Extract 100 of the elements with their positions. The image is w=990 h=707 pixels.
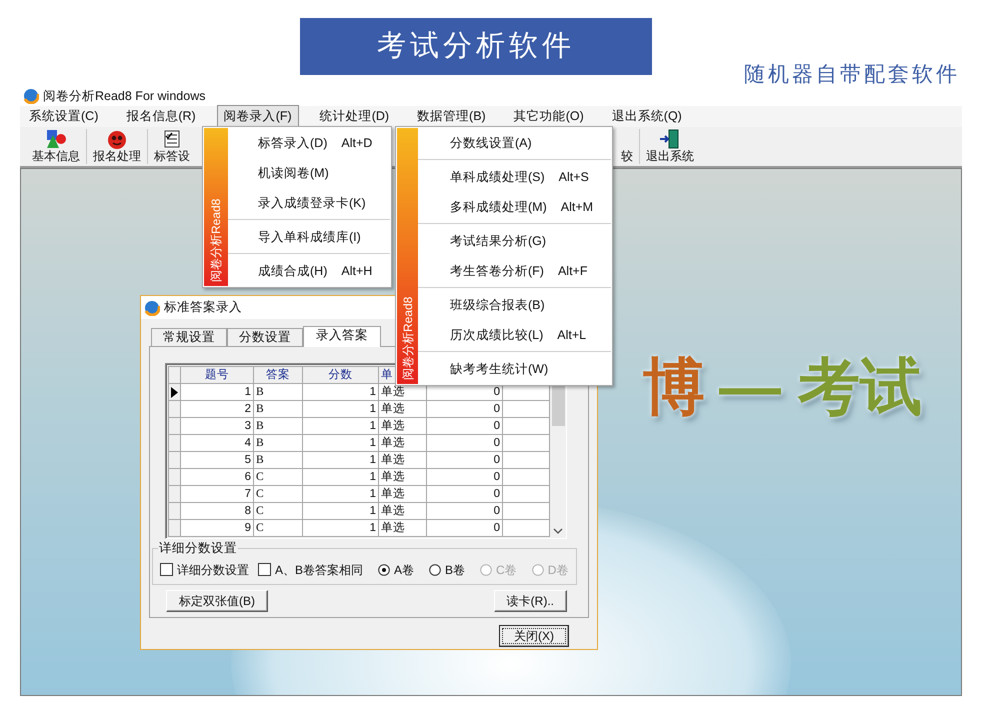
table-cell: B bbox=[254, 418, 302, 434]
menu-item-label: 分数线设置(A) bbox=[450, 134, 532, 152]
menu-item[interactable]: 标答录入(D) Alt+D bbox=[228, 128, 390, 158]
shapes-icon bbox=[45, 129, 67, 149]
menu-item-label: 标答录入(D) bbox=[258, 134, 328, 152]
shortcut-text: Alt+L bbox=[557, 326, 586, 344]
menu-bar-item[interactable]: 系统设置(C) bbox=[22, 105, 106, 128]
table-cell: 1 bbox=[302, 452, 378, 468]
radio-option[interactable]: A卷 bbox=[378, 560, 414, 578]
table-cell: 6 bbox=[180, 468, 254, 486]
menu-bar-item[interactable]: 数据管理(B) bbox=[410, 105, 493, 128]
menu-item[interactable]: 导入单科成绩库(I) bbox=[228, 222, 390, 252]
table-cell: 单选 bbox=[378, 452, 426, 468]
document-icon bbox=[162, 129, 182, 149]
menu-bar-item[interactable]: 阅卷录入(F) bbox=[216, 105, 299, 128]
table-cell: 8 bbox=[180, 502, 254, 520]
menu-side-label: 阅卷分析Read8 bbox=[209, 198, 223, 282]
menu-item[interactable]: 录入成绩登录卡(K) bbox=[228, 188, 390, 218]
logo-icon bbox=[23, 88, 39, 104]
splash-text: — 考试 bbox=[719, 357, 922, 419]
menu-bar-item[interactable]: 其它功能(O) bbox=[506, 105, 591, 128]
menu-item-label: 单科成绩处理(S) bbox=[450, 168, 545, 186]
logo-icon bbox=[144, 300, 160, 316]
menu-item[interactable]: 班级综合报表(B) bbox=[418, 290, 611, 320]
toolbar-label: 报名处理 bbox=[93, 149, 141, 164]
menu-item[interactable]: 分数线设置(A) bbox=[418, 128, 611, 158]
table-cell: 单选 bbox=[378, 400, 426, 418]
toolbar-button[interactable]: 标答设 bbox=[148, 129, 196, 164]
table-cell: C bbox=[254, 486, 302, 502]
table-cell: 0 bbox=[426, 452, 502, 468]
table-cell: 1 bbox=[302, 434, 378, 452]
menu-bar-item[interactable]: 退出系统(Q) bbox=[604, 105, 689, 128]
menu-item[interactable]: 多科成绩处理(M) Alt+M bbox=[418, 192, 611, 222]
checkbox-option[interactable]: A、B卷答案相同 bbox=[258, 560, 364, 578]
menu-item[interactable]: 机读阅卷(M) bbox=[228, 158, 390, 188]
table-cell: B bbox=[254, 452, 302, 468]
menu-bar-item[interactable]: 报名信息(R) bbox=[119, 105, 203, 128]
menu-item-label: 考试结果分析(G) bbox=[450, 232, 546, 250]
page-title-banner: 考试分析软件 bbox=[300, 18, 652, 75]
shortcut-text: Alt+S bbox=[558, 168, 589, 186]
option-label: A卷 bbox=[394, 562, 414, 578]
table-cell: 0 bbox=[426, 468, 502, 486]
table-cell: 1 bbox=[302, 418, 378, 434]
tab[interactable]: 录入答案 bbox=[303, 326, 381, 347]
checkbox-option[interactable]: 详细分数设置 bbox=[160, 560, 249, 578]
subtitle-text: 随机器自带配套软件 bbox=[744, 62, 960, 88]
toolbar-label: 退出系统 bbox=[646, 149, 694, 164]
menu-item[interactable]: 考试结果分析(G) bbox=[418, 226, 611, 256]
scrollbar-thumb[interactable] bbox=[552, 384, 565, 426]
window-title: 阅卷分析Read8 For windows bbox=[43, 88, 206, 105]
table-cell: 单选 bbox=[378, 434, 426, 452]
table-cell: 单选 bbox=[378, 418, 426, 434]
option-label: D卷 bbox=[548, 562, 568, 578]
dialog-title: 标准答案录入 bbox=[164, 299, 242, 316]
table-cell: 4 bbox=[180, 434, 254, 452]
table-cell: 1 bbox=[302, 502, 378, 520]
menu-item[interactable]: 历次成绩比较(L) Alt+L bbox=[418, 320, 611, 350]
table-cell: 单选 bbox=[378, 486, 426, 502]
menu-item-label: 历次成绩比较(L) bbox=[450, 326, 544, 344]
menu-item[interactable]: 考生答卷分析(F) Alt+F bbox=[418, 256, 611, 286]
column-header: 分数 bbox=[302, 366, 378, 384]
shortcut-text: Alt+D bbox=[341, 134, 372, 152]
dialog-button[interactable]: 读卡(R).. bbox=[494, 590, 567, 612]
radio-option[interactable]: B卷 bbox=[429, 560, 466, 578]
menu-item-label: 录入成绩登录卡(K) bbox=[258, 194, 366, 212]
menu-item-label: 机读阅卷(M) bbox=[258, 164, 329, 182]
table-cell: 3 bbox=[180, 418, 254, 434]
option-label: C卷 bbox=[496, 562, 517, 578]
menu-item-label: 多科成绩处理(M) bbox=[450, 198, 547, 216]
tab[interactable]: 常规设置 bbox=[151, 328, 227, 346]
table-cell: 1 bbox=[302, 468, 378, 486]
menu-item[interactable]: 成绩合成(H) Alt+H bbox=[228, 256, 390, 286]
tab[interactable]: 分数设置 bbox=[227, 328, 303, 346]
option-label: A、B卷答案相同 bbox=[275, 562, 364, 578]
table-cell: 2 bbox=[180, 400, 254, 418]
column-header: 题号 bbox=[180, 366, 254, 384]
shortcut-text: Alt+H bbox=[341, 262, 372, 280]
table-cell: C bbox=[254, 520, 302, 536]
table-cell: 0 bbox=[426, 486, 502, 502]
menu-item[interactable]: 单科成绩处理(S) Alt+S bbox=[418, 162, 611, 192]
ball-icon bbox=[106, 129, 128, 149]
table-cell: 1 bbox=[180, 384, 254, 400]
toolbar-button[interactable]: 较 bbox=[615, 129, 640, 164]
menu-bar-item[interactable]: 统计处理(D) bbox=[312, 105, 396, 128]
toolbar-button[interactable]: 报名处理 bbox=[87, 129, 148, 164]
table-cell: B bbox=[254, 400, 302, 418]
option-label: 详细分数设置 bbox=[177, 562, 249, 578]
table-cell: 1 bbox=[302, 400, 378, 418]
table-cell: 7 bbox=[180, 486, 254, 502]
toolbar-button[interactable]: 退出系统 bbox=[640, 129, 700, 164]
table-cell: C bbox=[254, 502, 302, 520]
dialog-button[interactable]: 标定双张值(B) bbox=[166, 590, 268, 612]
table-cell: B bbox=[254, 384, 302, 400]
menu-item-label: 班级综合报表(B) bbox=[450, 296, 545, 314]
shortcut-text: Alt+F bbox=[558, 262, 588, 280]
close-button[interactable]: 关闭(X) bbox=[499, 625, 569, 647]
toolbar-button[interactable]: 基本信息 bbox=[26, 129, 87, 164]
table-cell: 1 bbox=[302, 486, 378, 502]
table-cell: 1 bbox=[302, 384, 378, 400]
shortcut-text: Alt+M bbox=[560, 198, 594, 216]
